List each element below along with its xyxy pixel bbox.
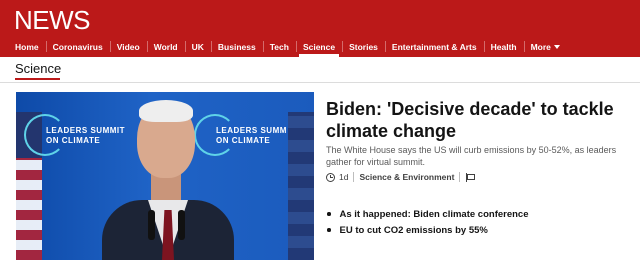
site-header: NEWS Home Coronavirus Video World UK Bus… [0,0,640,57]
section-underline [15,78,60,80]
clock-icon [326,172,335,182]
nav-more-button[interactable]: More [523,36,567,57]
nav-item-business[interactable]: Business [210,36,263,57]
nav-more-label: More [530,41,551,52]
nav-item-video[interactable]: Video [109,36,147,57]
nav-item-coronavirus[interactable]: Coronavirus [45,36,110,57]
meta-divider [459,172,461,182]
bullet-icon [327,212,331,216]
main-nav: Home Coronavirus Video World UK Business… [8,36,567,57]
section-title[interactable]: Science [15,61,61,76]
caret-down-icon [553,45,560,49]
related-links: As it happened: Biden climate conference… [326,206,626,238]
story-topic-link[interactable]: Science & Environment [359,172,454,182]
summit-text-right-2: ON CLIMATE [216,136,271,145]
flag-decoration-right [288,112,314,260]
story-summary: The White House says the US will curb em… [326,145,617,167]
nav-item-stories[interactable]: Stories [342,36,385,57]
story-meta: 1d Science & Environment [326,172,476,182]
bullet-icon [327,228,331,232]
microphone-left [148,210,155,240]
story-image[interactable]: LEADERS SUMMIT ON CLIMATE LEADERS SUMM O… [16,92,314,260]
speaker-hair [139,100,193,122]
meta-divider [353,172,355,182]
brand-logo[interactable]: NEWS [14,5,91,36]
story-headline[interactable]: Biden: 'Decisive decade' to tackle clima… [326,98,626,142]
summit-text-right-1: LEADERS SUMM [216,126,287,135]
nav-item-uk[interactable]: UK [184,36,211,57]
section-bar: Science [0,57,640,83]
related-link-label: As it happened: Biden climate conference [339,208,529,220]
nav-item-tech[interactable]: Tech [262,36,296,57]
nav-item-entertainment-arts[interactable]: Entertainment & Arts [384,36,484,57]
story-age: 1d [339,172,349,182]
microphone-right [178,210,185,240]
flag-icon[interactable] [465,172,476,182]
related-link[interactable]: As it happened: Biden climate conference [326,206,626,222]
nav-item-health[interactable]: Health [483,36,524,57]
related-link-label: EU to cut CO2 emissions by 55% [339,224,488,236]
related-link[interactable]: EU to cut CO2 emissions by 55% [326,222,626,238]
summit-text-left-1: LEADERS SUMMIT [46,126,125,135]
nav-item-world[interactable]: World [146,36,185,57]
summit-text-left-2: ON CLIMATE [46,136,101,145]
nav-item-science[interactable]: Science [295,36,342,57]
nav-item-home[interactable]: Home [8,36,46,57]
